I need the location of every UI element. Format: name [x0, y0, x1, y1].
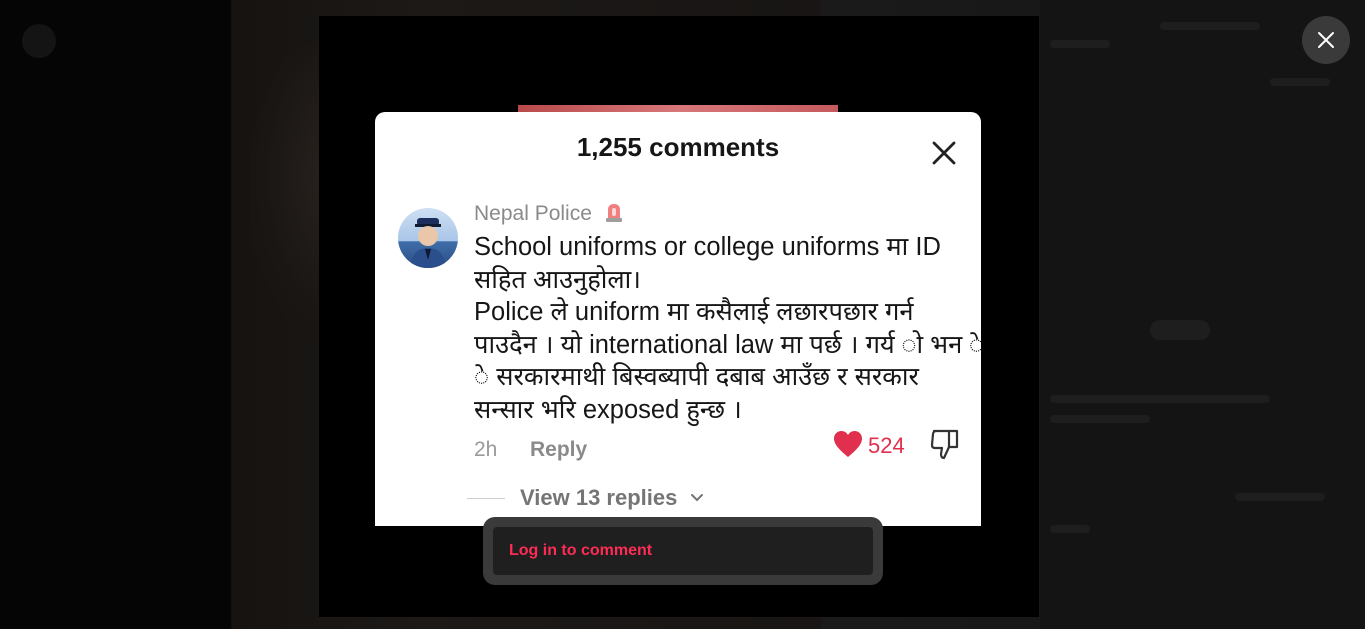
comment-time: 2h — [474, 438, 498, 461]
like-count: 524 — [868, 433, 905, 458]
close-icon — [1318, 32, 1334, 48]
replies-divider — [467, 498, 505, 499]
comment-author: Nepal Police — [474, 201, 624, 226]
chevron-down-icon — [690, 494, 703, 502]
comment-line: Police ले uniform मा कसैलाई लछारपछार गर्… — [474, 298, 963, 424]
avatar — [398, 208, 458, 268]
siren-icon — [605, 204, 622, 222]
video-frame-comments-screenshot: 1,255 comments Nepal Police School unifo… — [375, 112, 981, 526]
background-side-panel — [1040, 0, 1365, 629]
comment-body: School uniforms or college uniforms मा I… — [474, 231, 969, 426]
background-logo — [22, 24, 56, 58]
close-icon — [932, 141, 956, 165]
view-replies-label: View 13 replies — [520, 485, 704, 511]
login-prompt-bar: Log in to comment — [483, 517, 883, 585]
comment-line: School uniforms or college uniforms मा I… — [474, 233, 948, 294]
author-name: Nepal Police — [474, 202, 592, 225]
reply-label: Reply — [530, 438, 588, 461]
close-modal-button[interactable] — [1302, 16, 1350, 64]
comments-count-title: 1,255 comments — [576, 132, 780, 162]
login-to-comment-button[interactable]: Log in to comment — [493, 527, 873, 575]
dislike-icon — [930, 429, 959, 460]
heart-icon — [834, 431, 862, 457]
